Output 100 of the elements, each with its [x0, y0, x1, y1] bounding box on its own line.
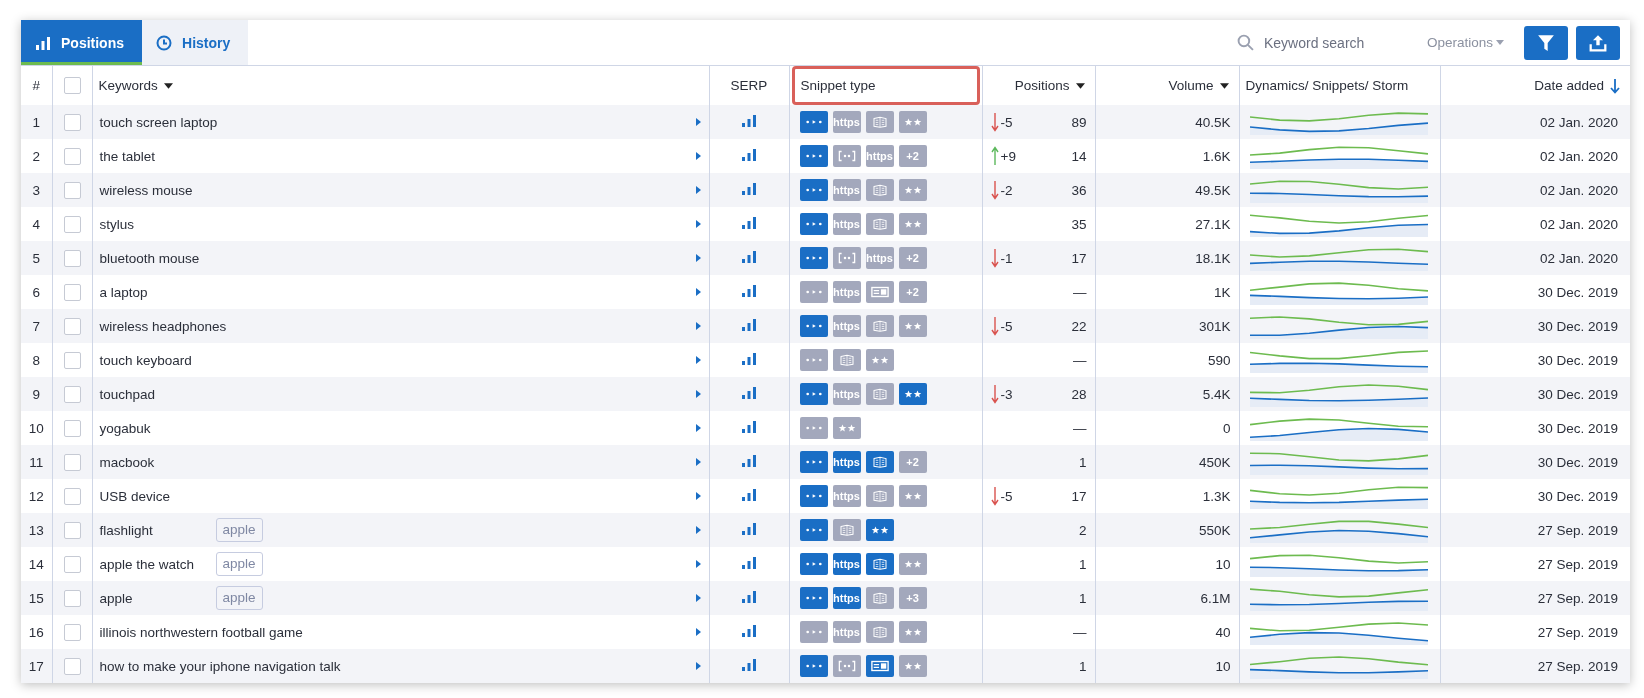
row-checkbox[interactable] [63, 487, 81, 505]
volume-value: 10 [1215, 556, 1231, 572]
serp-bars-icon[interactable] [742, 148, 756, 161]
export-button[interactable] [1576, 25, 1620, 60]
position-change: -3 [1000, 386, 1013, 402]
serp-bars-icon[interactable] [742, 488, 756, 501]
row-checkbox[interactable] [63, 215, 81, 233]
position-value: 1 [1079, 454, 1087, 470]
serp-bars-icon[interactable] [742, 352, 756, 365]
row-checkbox[interactable] [63, 419, 81, 437]
volume-value: 27.1K [1195, 216, 1231, 232]
volume-value: 40.5K [1195, 114, 1231, 130]
bar-chart-icon [35, 34, 51, 51]
serp-bars-icon[interactable] [742, 386, 756, 399]
date-added: 02 Jan. 2020 [1539, 114, 1618, 130]
date-added: 30 Dec. 2019 [1537, 318, 1618, 334]
volume-value: 1.3K [1202, 488, 1231, 504]
row-checkbox[interactable] [63, 113, 81, 131]
keyword-text: a laptop [99, 284, 148, 300]
serp-bars-icon[interactable] [742, 454, 756, 467]
keyword-text: apple the watch [99, 556, 196, 572]
column-header[interactable]: Date added [1534, 78, 1604, 93]
serp-bars-icon[interactable] [742, 624, 756, 637]
position-change: -5 [1000, 488, 1013, 504]
https-badge: https [832, 111, 861, 133]
row-number: 5 [32, 250, 40, 266]
more-count-badge: +2 [898, 281, 927, 303]
expand-triangle-icon[interactable] [695, 424, 701, 432]
serp-bars-icon[interactable] [742, 318, 756, 331]
serp-bars-icon[interactable] [742, 250, 756, 263]
expand-triangle-icon[interactable] [695, 220, 701, 228]
date-added: 30 Dec. 2019 [1537, 488, 1618, 504]
volume-value: 18.1K [1195, 250, 1231, 266]
tag: apple [215, 586, 263, 610]
row-checkbox[interactable] [63, 555, 81, 573]
position-value: — [1073, 284, 1087, 300]
expand-triangle-icon[interactable] [695, 186, 701, 194]
row-number: 1 [32, 114, 40, 130]
serp-bars-icon[interactable] [742, 114, 756, 127]
column-header[interactable]: Positions [1014, 78, 1070, 93]
https-badge: https [865, 145, 894, 167]
row-checkbox[interactable] [63, 589, 81, 607]
expand-triangle-icon[interactable] [695, 560, 701, 568]
tab[interactable]: Positions [21, 20, 142, 65]
serp-bars-icon[interactable] [742, 284, 756, 297]
column-header: Snippet type [791, 66, 980, 105]
column-header[interactable]: Volume [1168, 78, 1214, 93]
column-header[interactable]: Keywords [98, 78, 158, 93]
row-checkbox[interactable] [63, 249, 81, 267]
row-checkbox[interactable] [63, 283, 81, 301]
serp-bars-icon[interactable] [742, 420, 756, 433]
serp-bars-icon[interactable] [742, 182, 756, 195]
https-badge: https [832, 179, 861, 201]
https-badge: https [832, 553, 861, 575]
serp-bars-icon[interactable] [742, 658, 756, 671]
expand-triangle-icon[interactable] [695, 628, 701, 636]
expand-triangle-icon[interactable] [695, 322, 701, 330]
row-checkbox[interactable] [63, 147, 81, 165]
expand-triangle-icon[interactable] [695, 118, 701, 126]
sort-arrow-icon[interactable] [1610, 77, 1620, 94]
row-checkbox[interactable] [63, 351, 81, 369]
row-number: 15 [28, 590, 44, 606]
sort-caret-icon[interactable] [1075, 82, 1085, 89]
expand-triangle-icon[interactable] [695, 492, 701, 500]
expand-triangle-icon[interactable] [695, 254, 701, 262]
tab[interactable]: History [142, 20, 249, 65]
serp-bars-icon[interactable] [742, 556, 756, 569]
serp-bars-icon[interactable] [742, 522, 756, 535]
row-checkbox[interactable] [63, 181, 81, 199]
expand-triangle-icon[interactable] [695, 390, 701, 398]
row-checkbox[interactable] [63, 385, 81, 403]
sort-caret-icon[interactable] [163, 82, 173, 89]
row-number: 3 [32, 182, 40, 198]
position-value: 89 [1071, 114, 1087, 130]
https-badge: https [832, 451, 861, 473]
expand-triangle-icon[interactable] [695, 288, 701, 296]
select-all-checkbox[interactable] [63, 77, 81, 94]
expand-triangle-icon[interactable] [695, 356, 701, 364]
expand-triangle-icon[interactable] [695, 662, 701, 670]
keyword-text: wireless headphones [99, 318, 227, 334]
position-value: 17 [1071, 250, 1087, 266]
filter-button[interactable] [1524, 25, 1568, 60]
expand-triangle-icon[interactable] [695, 594, 701, 602]
row-number: 8 [32, 352, 40, 368]
row-checkbox[interactable] [63, 521, 81, 539]
expand-triangle-icon[interactable] [695, 458, 701, 466]
date-added: 30 Dec. 2019 [1537, 386, 1618, 402]
expand-triangle-icon[interactable] [695, 526, 701, 534]
row-checkbox[interactable] [63, 623, 81, 641]
sort-caret-icon[interactable] [1219, 82, 1229, 89]
expand-triangle-icon[interactable] [695, 152, 701, 160]
row-checkbox[interactable] [63, 657, 81, 675]
volume-value: 5.4K [1202, 386, 1231, 402]
serp-bars-icon[interactable] [742, 216, 756, 229]
volume-value: 550K [1198, 522, 1231, 538]
serp-bars-icon[interactable] [742, 590, 756, 603]
row-checkbox[interactable] [63, 317, 81, 335]
tag: apple [215, 518, 263, 542]
row-checkbox[interactable] [63, 453, 81, 471]
date-added: 27 Sep. 2019 [1537, 590, 1618, 606]
